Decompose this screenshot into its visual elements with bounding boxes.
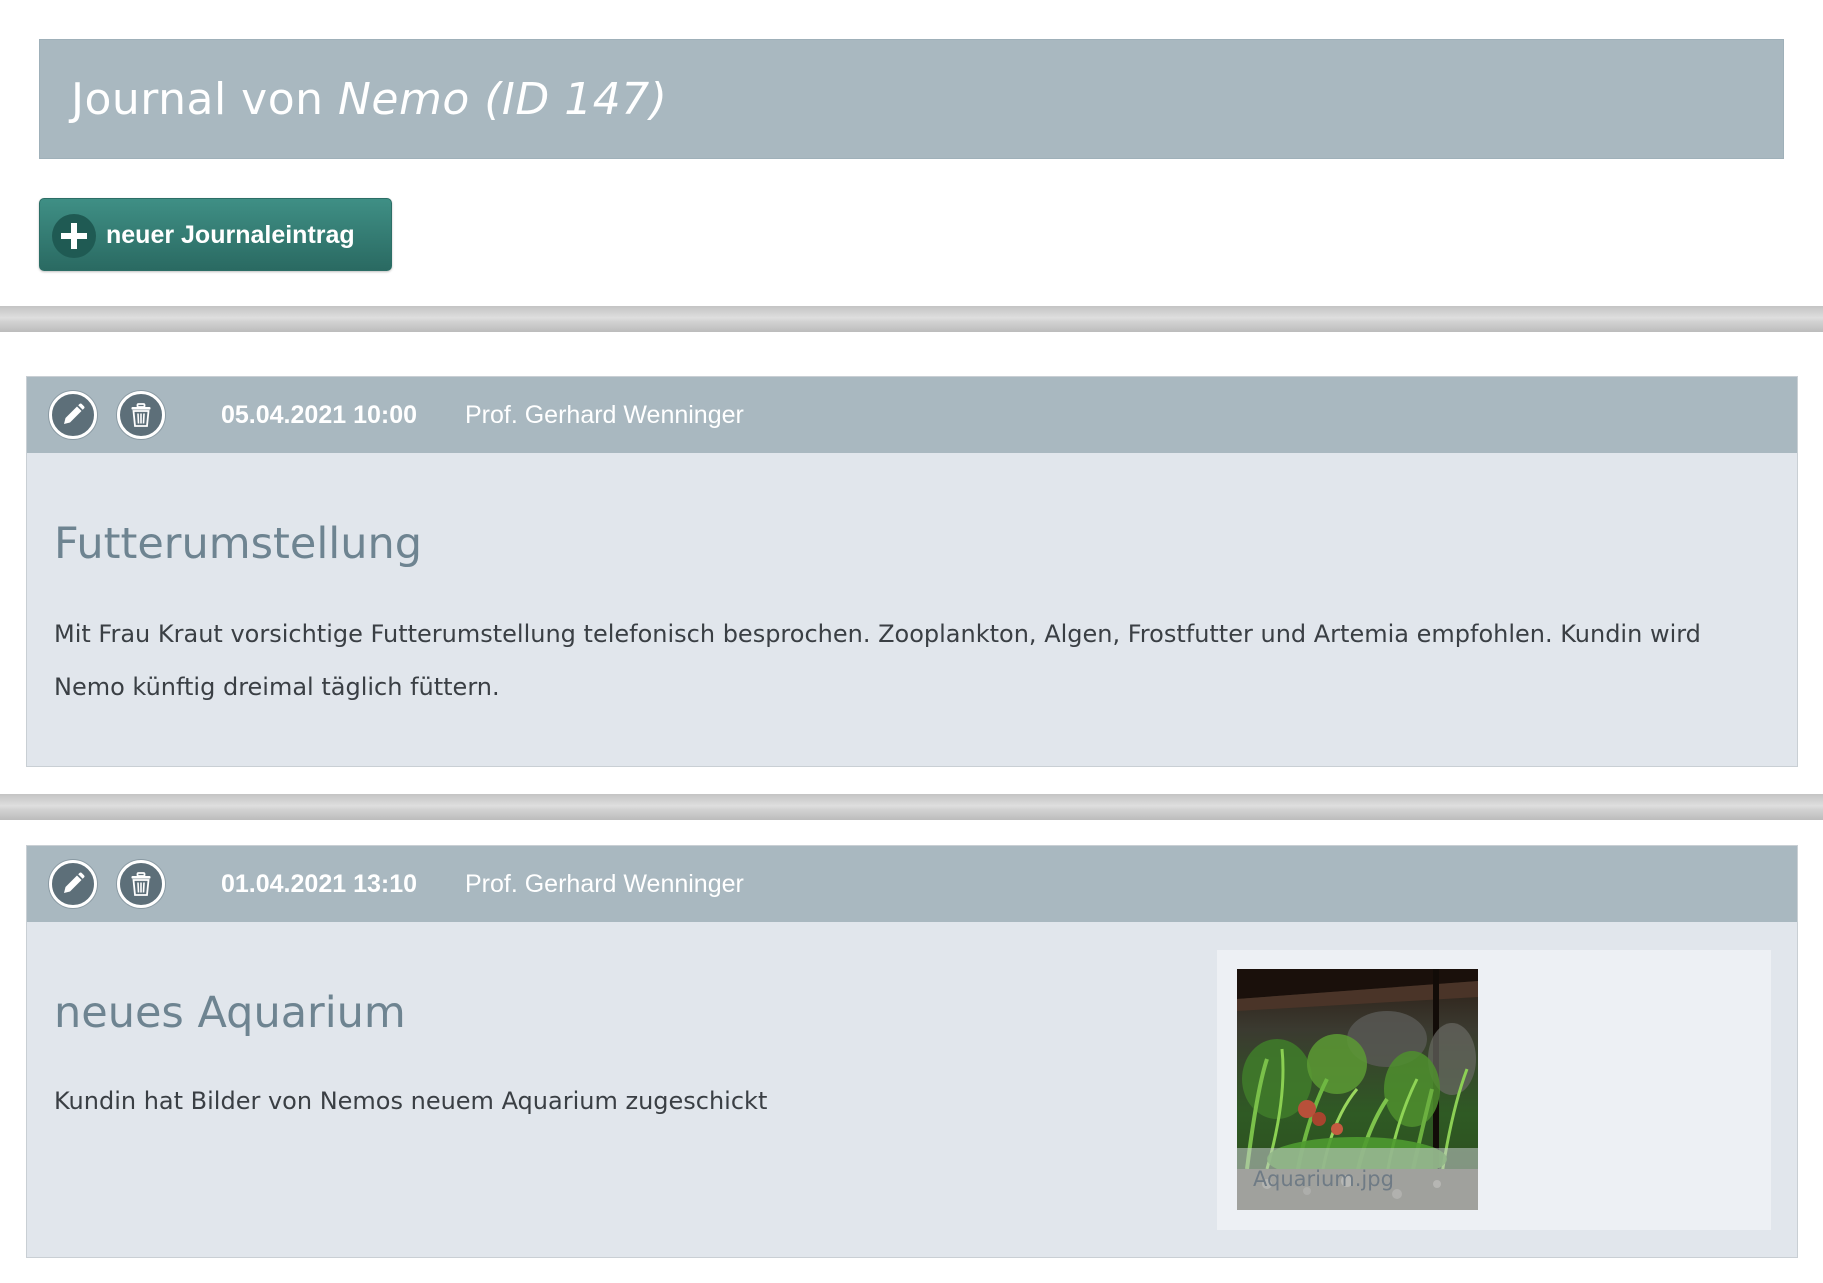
- new-journal-entry-label: neuer Journaleintrag: [106, 221, 355, 249]
- entry-date: 01.04.2021 13:10: [221, 870, 418, 898]
- entry-author: Prof. Gerhard Wenninger: [465, 401, 744, 429]
- pencil-icon: [64, 403, 85, 424]
- attachment-thumbnail[interactable]: Aquarium.jpg: [1237, 969, 1478, 1210]
- attachment-panel: Aquarium.jpg: [1217, 950, 1771, 1230]
- edit-button[interactable]: [49, 391, 97, 439]
- plus-icon: [52, 214, 96, 258]
- page-title-prefix: Journal von: [71, 74, 324, 125]
- delete-button[interactable]: [117, 391, 165, 439]
- section-divider: [0, 794, 1823, 820]
- journal-entry-header: 01.04.2021 13:10 Prof. Gerhard Wenninger: [27, 846, 1797, 922]
- attachment-filename: Aquarium.jpg: [1253, 1167, 1394, 1191]
- entry-text: Mit Frau Kraut vorsichtige Futterumstell…: [54, 620, 1701, 701]
- entry-title: Futterumstellung: [54, 519, 423, 569]
- edit-button[interactable]: [49, 860, 97, 908]
- delete-button[interactable]: [117, 860, 165, 908]
- page-title: Journal von Nemo (ID 147): [71, 70, 667, 130]
- journal-entry: 01.04.2021 13:10 Prof. Gerhard Wenninger…: [26, 845, 1798, 1258]
- section-divider: [0, 306, 1823, 332]
- page-title-subject: Nemo (ID 147): [338, 74, 668, 125]
- trash-icon: [131, 872, 151, 896]
- journal-entry-header: 05.04.2021 10:00 Prof. Gerhard Wenninger: [27, 377, 1797, 453]
- entry-author: Prof. Gerhard Wenninger: [465, 870, 744, 898]
- entry-text: Kundin hat Bilder von Nemos neuem Aquari…: [54, 1087, 768, 1115]
- page-header: Journal von Nemo (ID 147): [39, 39, 1784, 159]
- pencil-icon: [64, 872, 85, 893]
- attachment-caption: Aquarium.jpg: [1237, 1148, 1478, 1210]
- new-journal-entry-button[interactable]: neuer Journaleintrag: [39, 198, 392, 271]
- entry-date: 05.04.2021 10:00: [221, 401, 418, 429]
- entry-title: neues Aquarium: [54, 988, 406, 1038]
- trash-icon: [131, 403, 151, 427]
- journal-entry: 05.04.2021 10:00 Prof. Gerhard Wenninger…: [26, 376, 1798, 767]
